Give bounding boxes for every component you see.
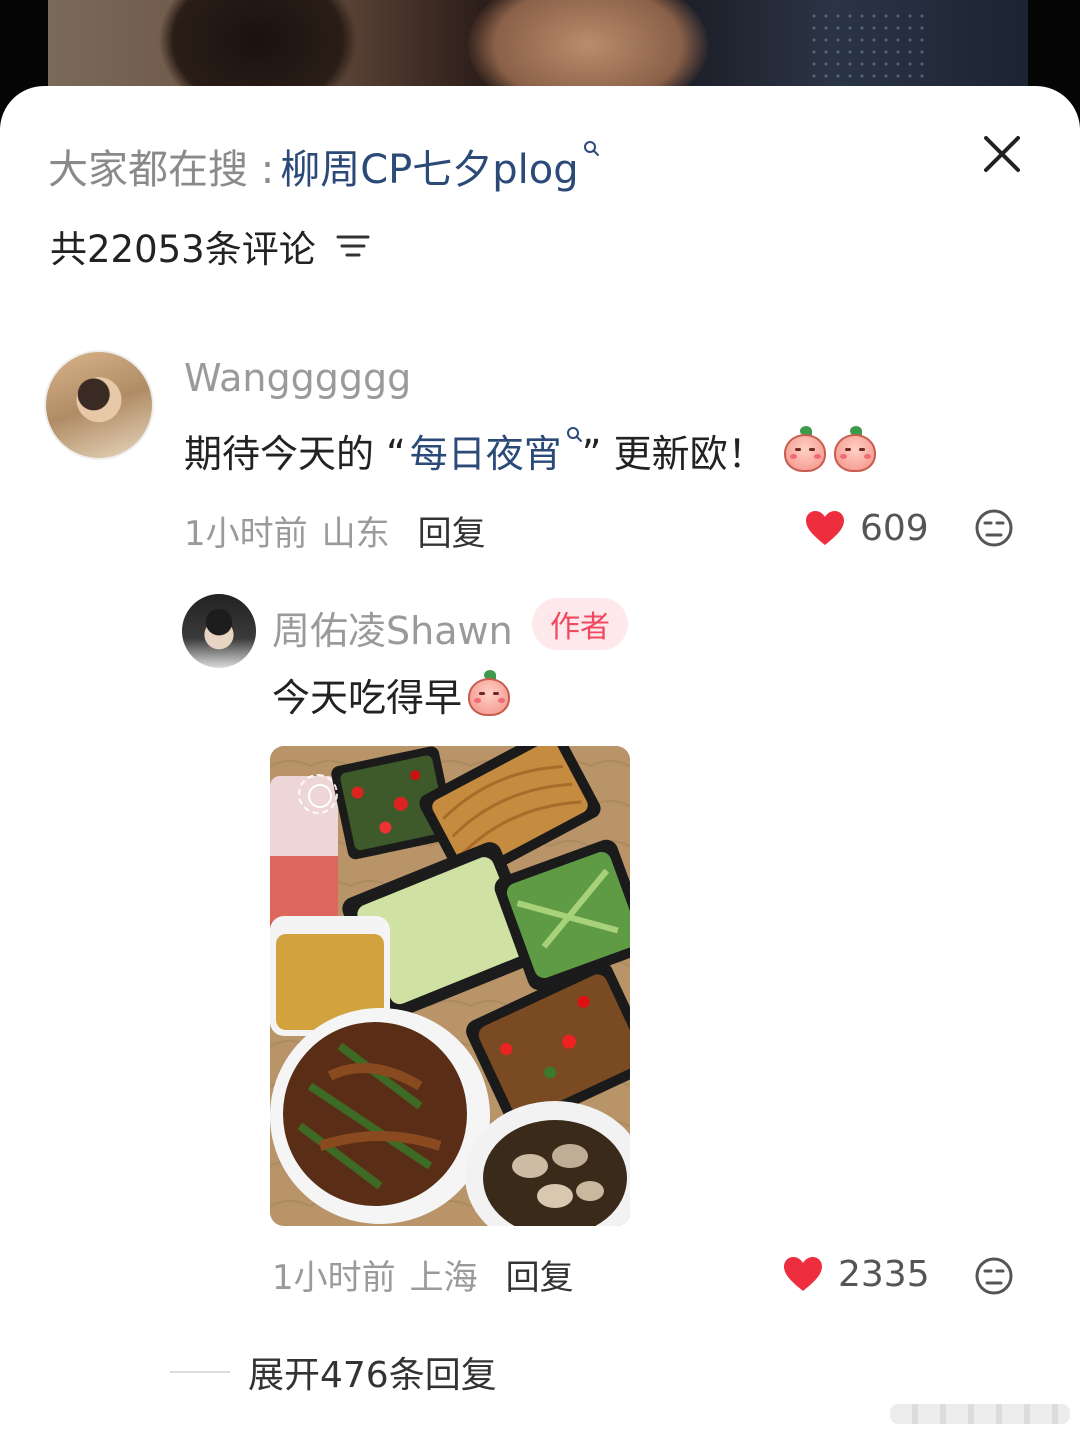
comment-text-part: ” 更新欧！	[581, 431, 766, 476]
like-button[interactable]: 609	[804, 504, 929, 552]
filter-icon[interactable]	[336, 231, 370, 261]
expand-replies-label: 展开476条回复	[248, 1355, 497, 1396]
food-photo-art	[270, 746, 630, 1226]
like-count: 609	[860, 507, 929, 549]
comment-location: 山东	[321, 513, 390, 554]
comment-link-term[interactable]: 每日夜宵	[410, 423, 562, 478]
reply-meta: 1小时前 上海 回复	[272, 1250, 574, 1298]
comment-sheet: 大家都在搜 : 柳周CP七夕plog 共22053条评论 Wangggggg 期…	[0, 86, 1080, 1440]
comment-meta: 1小时前 山东 回复	[184, 506, 486, 554]
comment-text: 期待今天的 “ 每日夜宵 ” 更新欧！	[184, 422, 878, 478]
peach-emoji	[466, 670, 512, 718]
heart-icon	[784, 1257, 822, 1291]
comment-username[interactable]: Wangggggg	[184, 356, 411, 400]
expand-replies-button[interactable]: 展开476条回复	[170, 1348, 497, 1396]
reply-text: 今天吃得早	[272, 666, 512, 722]
video-sparkles	[808, 10, 928, 80]
avatar[interactable]	[182, 594, 256, 668]
divider-line	[170, 1371, 230, 1373]
dislike-icon[interactable]	[974, 508, 1014, 548]
reply-time: 1小时前	[272, 1257, 396, 1298]
trending-search-label: 大家都在搜 :	[48, 147, 275, 193]
heart-icon	[806, 511, 844, 545]
reply-text-part: 今天吃得早	[272, 675, 463, 720]
reply-username[interactable]: 周佑凌Shawn	[272, 600, 513, 655]
comment-count: 共22053条评论	[50, 228, 316, 271]
avatar[interactable]	[44, 350, 154, 460]
reply-button[interactable]: 回复	[418, 506, 486, 555]
search-icon	[566, 427, 582, 442]
comment-count-row: 共22053条评论	[50, 220, 370, 272]
bottom-watermark	[890, 1404, 1070, 1424]
trending-search[interactable]: 大家都在搜 : 柳周CP七夕plog	[48, 138, 599, 194]
like-count: 2335	[838, 1253, 930, 1295]
peach-emoji	[832, 426, 878, 474]
comment-time: 1小时前	[184, 513, 308, 554]
search-icon	[583, 141, 599, 156]
reply-photo[interactable]	[270, 746, 630, 1226]
peach-emoji	[782, 426, 828, 474]
dislike-icon[interactable]	[974, 1256, 1014, 1296]
like-button[interactable]: 2335	[782, 1250, 930, 1298]
trending-search-term[interactable]: 柳周CP七夕plog	[280, 137, 578, 195]
play-icon[interactable]	[298, 774, 338, 814]
reply-button[interactable]: 回复	[506, 1250, 574, 1299]
author-badge: 作者	[532, 598, 628, 650]
comment-text-part: 期待今天的 “	[184, 431, 406, 476]
reply-location: 上海	[409, 1257, 478, 1298]
close-icon[interactable]	[978, 130, 1026, 178]
